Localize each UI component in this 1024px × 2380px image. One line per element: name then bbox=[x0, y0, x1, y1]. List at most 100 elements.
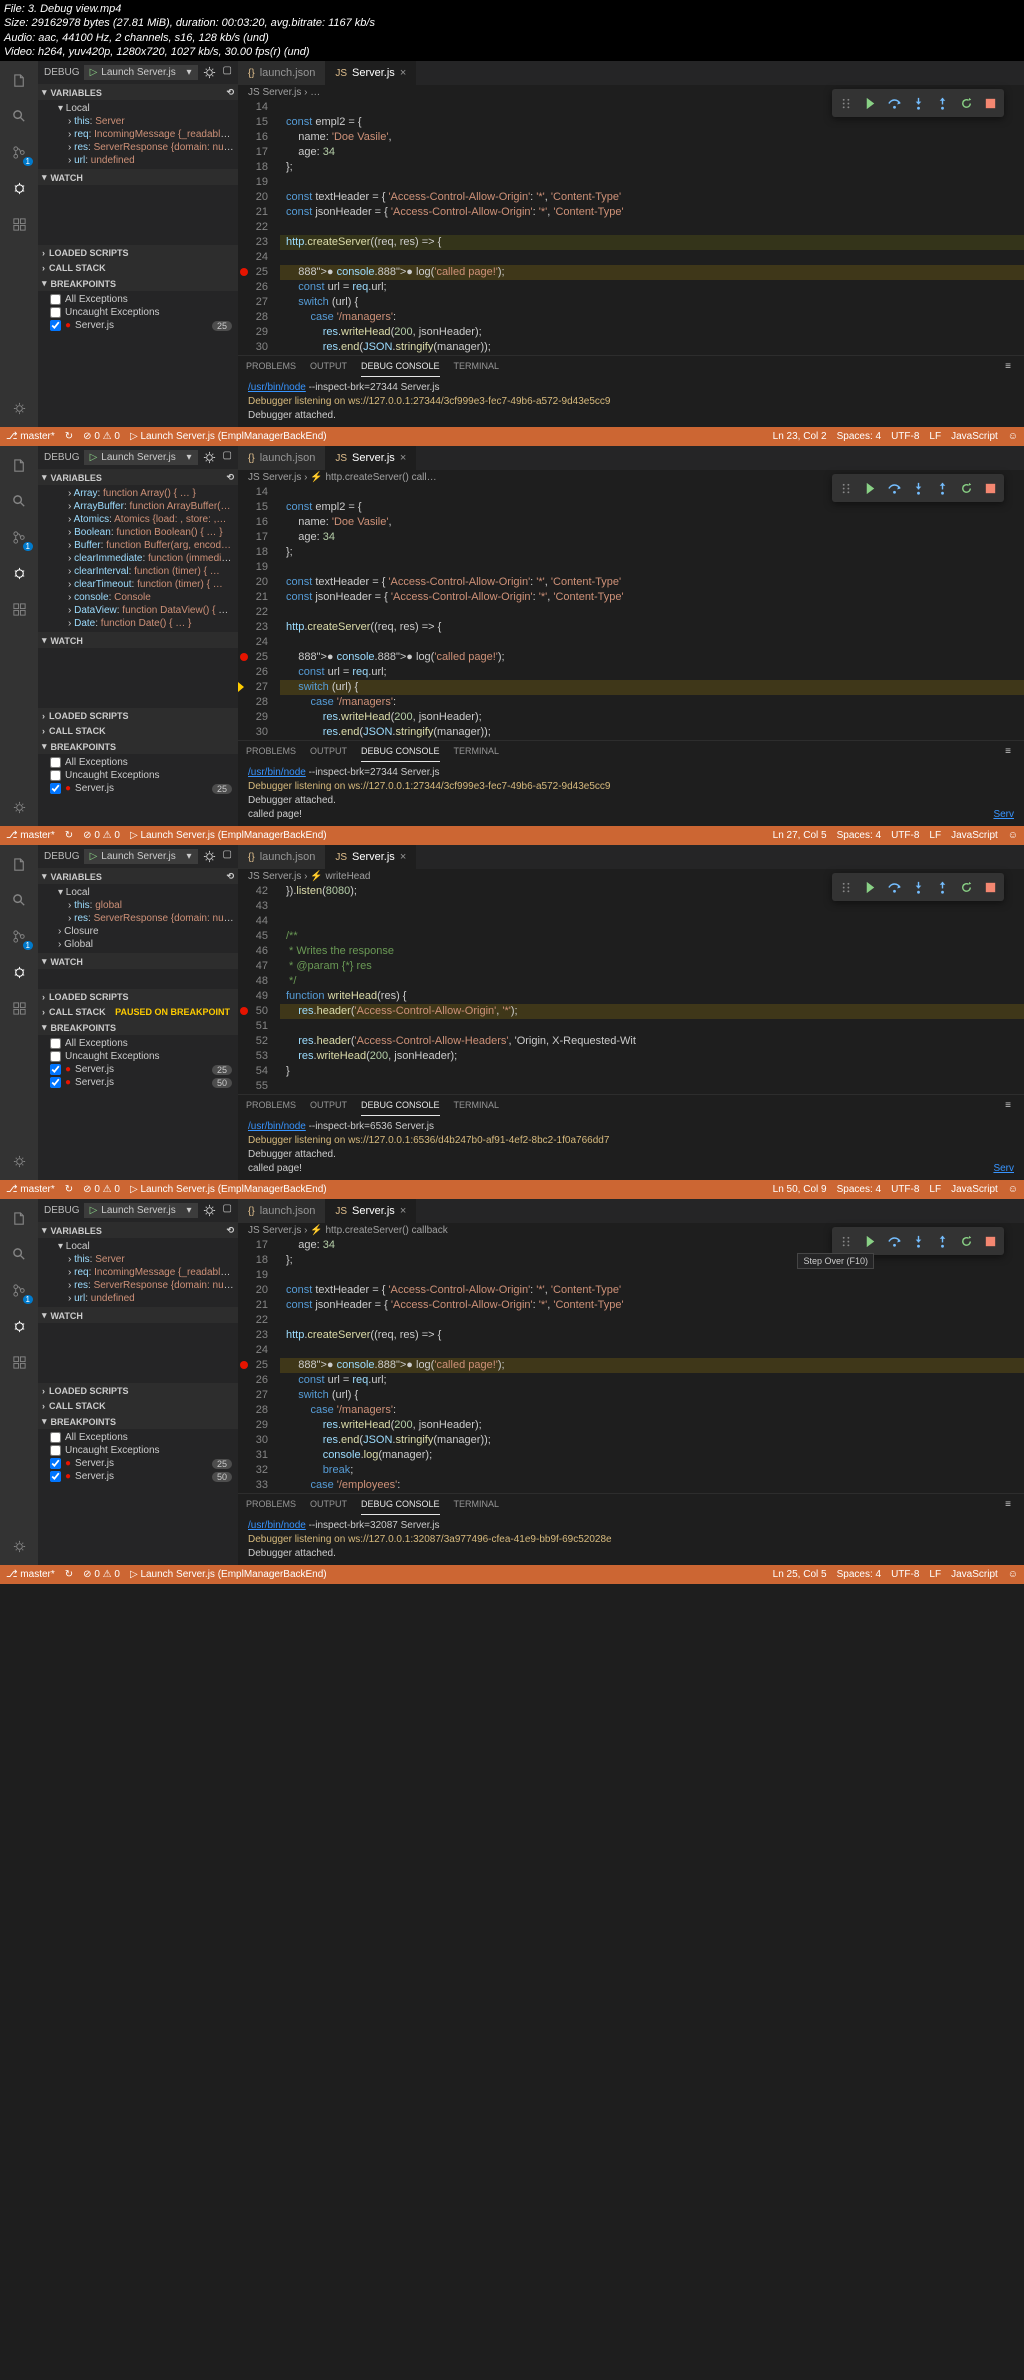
breakpoint-all-exceptions[interactable]: All Exceptions bbox=[44, 1037, 238, 1050]
debug-console-output[interactable]: /usr/bin/node --inspect-brk=6536 Server.… bbox=[238, 1116, 1024, 1180]
code-line[interactable]: const textHeader = { 'Access-Control-All… bbox=[280, 575, 1024, 590]
code-line[interactable]: case '/managers': bbox=[280, 310, 1024, 325]
settings-icon[interactable] bbox=[8, 1150, 30, 1172]
output-tab[interactable]: OUTPUT bbox=[310, 1494, 347, 1515]
line-number[interactable]: 26 bbox=[238, 665, 268, 680]
code-line[interactable] bbox=[280, 250, 1024, 265]
status-spaces[interactable]: Spaces: 4 bbox=[837, 1184, 881, 1195]
variables-section-header[interactable]: ▾ VARIABLES⟲ bbox=[38, 85, 238, 100]
variable-row[interactable]: › url: undefined bbox=[44, 1292, 238, 1305]
code-line[interactable]: res.header('Access-Control-Allow-Origin'… bbox=[280, 1004, 1024, 1019]
code-line[interactable]: switch (url) { bbox=[280, 1388, 1024, 1403]
breakpoint-item[interactable]: ● Server.js50 bbox=[44, 1470, 238, 1483]
step-into-button[interactable] bbox=[907, 876, 929, 898]
code-line[interactable]: const url = req.url; bbox=[280, 665, 1024, 680]
watch-section-header[interactable]: ▾ WATCH bbox=[38, 633, 238, 648]
status-branch[interactable]: ⎇ master* bbox=[6, 431, 55, 442]
status-errors[interactable]: ⊘ 0 ⚠ 0 bbox=[83, 830, 120, 841]
line-number[interactable]: 50 bbox=[238, 1004, 268, 1019]
code-line[interactable]: const url = req.url; bbox=[280, 280, 1024, 295]
loaded-scripts-header[interactable]: › LOADED SCRIPTS bbox=[38, 246, 238, 260]
line-number[interactable]: 15 bbox=[238, 115, 268, 130]
line-number[interactable]: 25 bbox=[238, 265, 268, 280]
code-line[interactable]: switch (url) { bbox=[280, 295, 1024, 310]
line-number[interactable]: 20 bbox=[238, 190, 268, 205]
variable-row[interactable]: › Array: function Array() { … } bbox=[44, 487, 238, 500]
code-line[interactable]: const jsonHeader = { 'Access-Control-All… bbox=[280, 1298, 1024, 1313]
line-number[interactable]: 30 bbox=[238, 725, 268, 740]
status-feedback[interactable]: ☺ bbox=[1008, 1569, 1018, 1580]
search-icon[interactable] bbox=[8, 490, 30, 512]
problems-tab[interactable]: PROBLEMS bbox=[246, 356, 296, 377]
settings-icon[interactable] bbox=[8, 397, 30, 419]
variable-row[interactable]: › this: global bbox=[44, 899, 238, 912]
settings-icon[interactable] bbox=[8, 1535, 30, 1557]
line-number[interactable]: 43 bbox=[238, 899, 268, 914]
code-line[interactable]: }; bbox=[280, 545, 1024, 560]
code-line[interactable]: /** bbox=[280, 929, 1024, 944]
status-sync[interactable]: ↻ bbox=[65, 1184, 73, 1195]
line-number[interactable]: 48 bbox=[238, 974, 268, 989]
gear-icon[interactable] bbox=[202, 849, 217, 864]
code-editor[interactable]: }).listen(8080);/** * Writes the respons… bbox=[280, 884, 1024, 1094]
status-encoding[interactable]: UTF-8 bbox=[891, 830, 919, 841]
extensions-icon[interactable] bbox=[8, 997, 30, 1019]
line-number[interactable]: 32 bbox=[238, 1463, 268, 1478]
code-line[interactable] bbox=[280, 560, 1024, 575]
files-icon[interactable] bbox=[8, 1207, 30, 1229]
restart-button[interactable] bbox=[955, 477, 977, 499]
code-line[interactable]: switch (url) { bbox=[280, 680, 1024, 695]
status-encoding[interactable]: UTF-8 bbox=[891, 1569, 919, 1580]
line-number[interactable]: 44 bbox=[238, 914, 268, 929]
output-tab[interactable]: OUTPUT bbox=[310, 1095, 347, 1116]
status-language[interactable]: JavaScript bbox=[951, 431, 998, 442]
code-line[interactable]: const url = req.url; bbox=[280, 1373, 1024, 1388]
code-line[interactable]: case '/managers': bbox=[280, 1403, 1024, 1418]
line-number[interactable]: 18 bbox=[238, 1253, 268, 1268]
line-number[interactable]: 49 bbox=[238, 989, 268, 1004]
source-control-icon[interactable]: 1 bbox=[8, 925, 30, 947]
gutter[interactable]: 4243444546474849505152535455 bbox=[238, 884, 280, 1094]
line-number[interactable]: 24 bbox=[238, 1343, 268, 1358]
breakpoint-all-exceptions[interactable]: All Exceptions bbox=[44, 756, 238, 769]
variable-row[interactable]: › url: undefined bbox=[44, 154, 238, 167]
loaded-scripts-header[interactable]: › LOADED SCRIPTS bbox=[38, 990, 238, 1004]
stop-button[interactable] bbox=[979, 92, 1001, 114]
status-language[interactable]: JavaScript bbox=[951, 1569, 998, 1580]
console-icon[interactable]: ▢ bbox=[223, 849, 232, 864]
code-line[interactable]: res.end(JSON.stringify(manager)); bbox=[280, 340, 1024, 355]
extensions-icon[interactable] bbox=[8, 598, 30, 620]
line-number[interactable]: 24 bbox=[238, 635, 268, 650]
call-stack-header[interactable]: › CALL STACKPAUSED ON BREAKPOINT bbox=[38, 1005, 238, 1019]
breakpoint-all-exceptions[interactable]: All Exceptions bbox=[44, 1431, 238, 1444]
line-number[interactable]: 28 bbox=[238, 695, 268, 710]
code-line[interactable]: case '/managers': bbox=[280, 695, 1024, 710]
launch-config-select[interactable]: ▷ Launch Server.js ▾ bbox=[84, 849, 198, 864]
files-icon[interactable] bbox=[8, 69, 30, 91]
call-stack-header[interactable]: › CALL STACK bbox=[38, 724, 238, 738]
code-line[interactable] bbox=[280, 1268, 1024, 1283]
code-line[interactable] bbox=[280, 1019, 1024, 1034]
line-number[interactable]: 27 bbox=[238, 680, 268, 695]
source-control-icon[interactable]: 1 bbox=[8, 526, 30, 548]
stop-button[interactable] bbox=[979, 1230, 1001, 1252]
code-line[interactable]: const textHeader = { 'Access-Control-All… bbox=[280, 190, 1024, 205]
search-icon[interactable] bbox=[8, 889, 30, 911]
gutter[interactable]: 1415161718192021222324252627282930 bbox=[238, 485, 280, 740]
status-branch[interactable]: ⎇ master* bbox=[6, 830, 55, 841]
variable-row[interactable]: › clearTimeout: function (timer) { … bbox=[44, 578, 238, 591]
drag-handle-icon[interactable] bbox=[835, 1230, 857, 1252]
line-number[interactable]: 16 bbox=[238, 130, 268, 145]
status-errors[interactable]: ⊘ 0 ⚠ 0 bbox=[83, 1184, 120, 1195]
line-number[interactable]: 28 bbox=[238, 310, 268, 325]
breakpoints-header[interactable]: ▾ BREAKPOINTS bbox=[38, 1020, 238, 1035]
breakpoints-header[interactable]: ▾ BREAKPOINTS bbox=[38, 1414, 238, 1429]
code-line[interactable]: age: 34 bbox=[280, 145, 1024, 160]
line-number[interactable]: 15 bbox=[238, 500, 268, 515]
stop-button[interactable] bbox=[979, 876, 1001, 898]
status-encoding[interactable]: UTF-8 bbox=[891, 431, 919, 442]
console-link[interactable]: /usr/bin/node bbox=[248, 1121, 306, 1132]
step-into-button[interactable] bbox=[907, 477, 929, 499]
status-language[interactable]: JavaScript bbox=[951, 830, 998, 841]
files-icon[interactable] bbox=[8, 454, 30, 476]
